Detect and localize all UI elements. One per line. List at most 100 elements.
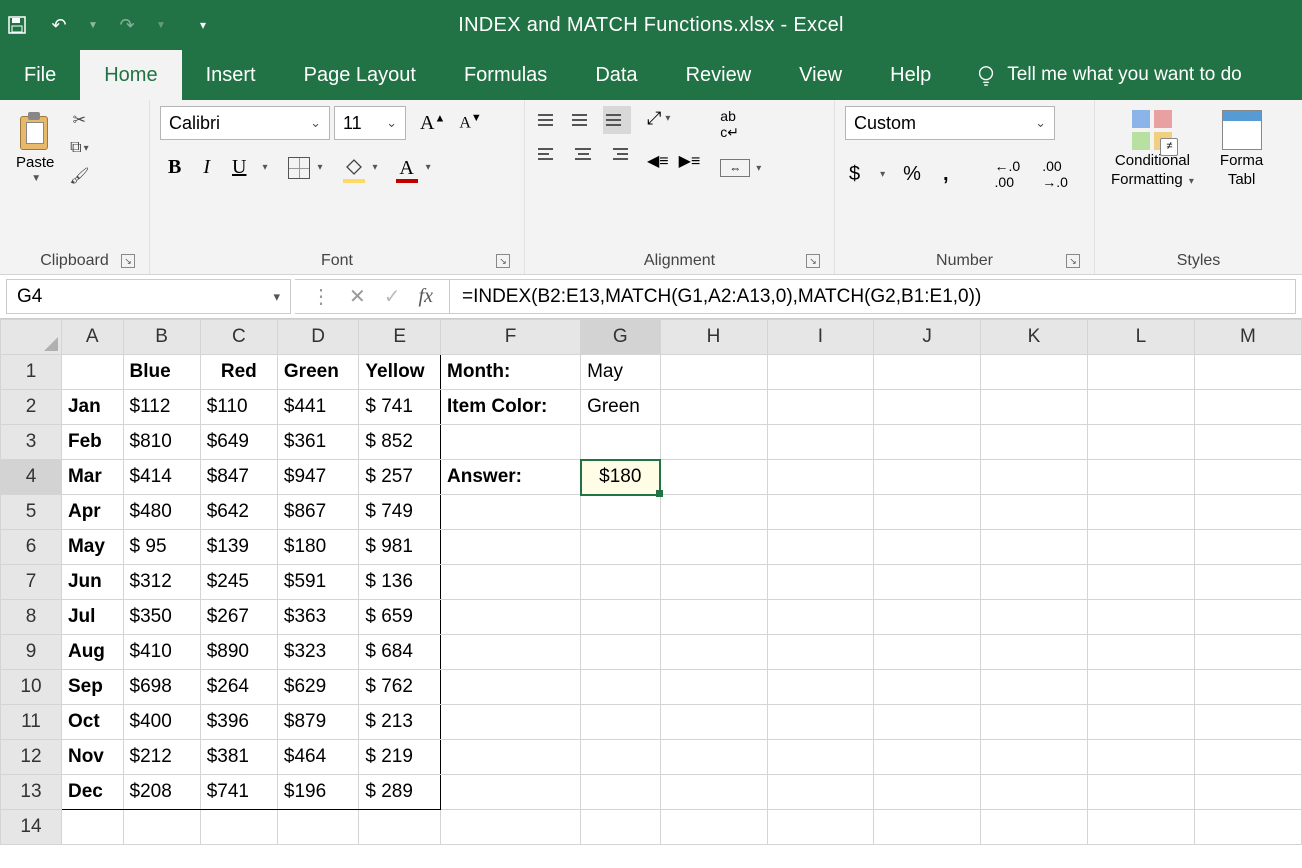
align-bottom-icon[interactable] (603, 106, 631, 134)
cell[interactable] (874, 670, 981, 705)
increase-decimal-icon[interactable]: ←.0.00 (991, 156, 1025, 192)
cell[interactable] (581, 775, 660, 810)
cell[interactable]: $112 (123, 390, 200, 425)
cell[interactable] (441, 810, 581, 845)
cell[interactable]: Dec (61, 775, 123, 810)
row-header[interactable]: 14 (1, 810, 62, 845)
cell[interactable]: Red (200, 355, 277, 390)
cell[interactable]: May (581, 355, 660, 390)
cell[interactable]: $350 (123, 600, 200, 635)
cell[interactable] (660, 740, 767, 775)
cell[interactable] (660, 705, 767, 740)
cell[interactable] (981, 740, 1088, 775)
cell[interactable] (981, 355, 1088, 390)
enter-icon[interactable]: ✓ (384, 284, 401, 309)
cell[interactable] (581, 600, 660, 635)
redo-dropdown-icon[interactable]: ▼ (144, 5, 178, 45)
cell[interactable] (767, 355, 874, 390)
cell[interactable] (660, 355, 767, 390)
align-top-icon[interactable] (535, 106, 563, 134)
cell[interactable] (660, 635, 767, 670)
cell[interactable]: $212 (123, 740, 200, 775)
tab-file[interactable]: File (0, 50, 80, 100)
decrease-indent-icon[interactable]: ◀≡ (647, 151, 669, 171)
wrap-text-icon[interactable]: abc↵ (720, 108, 761, 141)
cell[interactable]: $698 (123, 670, 200, 705)
cell[interactable]: $264 (200, 670, 277, 705)
col-header[interactable]: D (277, 320, 358, 355)
row-header[interactable]: 2 (1, 390, 62, 425)
cell[interactable]: Item Color: (441, 390, 581, 425)
chevron-down-icon[interactable]: ▾ (880, 169, 885, 180)
undo-icon[interactable]: ↶ (42, 5, 76, 45)
cell[interactable] (1087, 670, 1194, 705)
cell[interactable] (767, 670, 874, 705)
underline-button[interactable]: U (224, 154, 254, 181)
cell[interactable] (1087, 810, 1194, 845)
cell[interactable] (767, 565, 874, 600)
format-painter-icon[interactable]: 🖌 (68, 166, 90, 186)
cell[interactable]: Jan (61, 390, 123, 425)
cell[interactable] (1194, 600, 1301, 635)
row-header[interactable]: 5 (1, 495, 62, 530)
cell[interactable]: $441 (277, 390, 358, 425)
row-header[interactable]: 10 (1, 670, 62, 705)
cell[interactable]: $361 (277, 425, 358, 460)
cell[interactable] (1087, 705, 1194, 740)
cell[interactable] (123, 810, 200, 845)
row-header[interactable]: 1 (1, 355, 62, 390)
tab-insert[interactable]: Insert (182, 50, 280, 100)
cell[interactable] (874, 355, 981, 390)
cell[interactable] (1087, 565, 1194, 600)
cell[interactable]: Sep (61, 670, 123, 705)
increase-font-icon[interactable]: A▲ (416, 110, 449, 137)
cell[interactable]: $ 219 (359, 740, 441, 775)
cell[interactable] (1087, 740, 1194, 775)
save-icon[interactable] (0, 5, 34, 45)
cell[interactable] (1087, 775, 1194, 810)
cell[interactable]: May (61, 530, 123, 565)
cell[interactable] (874, 565, 981, 600)
cell[interactable] (660, 425, 767, 460)
conditional-formatting-button[interactable]: Conditional Formatting ▾ (1105, 106, 1200, 192)
cell[interactable]: $629 (277, 670, 358, 705)
cell[interactable] (874, 810, 981, 845)
cell[interactable] (660, 530, 767, 565)
col-header[interactable]: I (767, 320, 874, 355)
cell[interactable] (1087, 530, 1194, 565)
cell[interactable] (441, 565, 581, 600)
cell[interactable]: $381 (200, 740, 277, 775)
cell[interactable]: $ 136 (359, 565, 441, 600)
cell[interactable] (874, 495, 981, 530)
cell[interactable] (1194, 460, 1301, 495)
cell[interactable] (981, 705, 1088, 740)
cell[interactable] (874, 635, 981, 670)
tab-view[interactable]: View (775, 50, 866, 100)
cell[interactable] (1194, 775, 1301, 810)
col-header[interactable]: G (581, 320, 660, 355)
cell[interactable] (767, 495, 874, 530)
cell[interactable]: $591 (277, 565, 358, 600)
cell[interactable]: Green (581, 390, 660, 425)
cell[interactable]: $741 (200, 775, 277, 810)
tab-help[interactable]: Help (866, 50, 955, 100)
cell[interactable] (981, 600, 1088, 635)
cell[interactable]: $ 95 (123, 530, 200, 565)
increase-indent-icon[interactable]: ▶≡ (679, 151, 701, 171)
cell[interactable] (874, 425, 981, 460)
align-right-icon[interactable] (603, 140, 631, 168)
cell[interactable] (581, 530, 660, 565)
cell[interactable] (1194, 390, 1301, 425)
cell[interactable]: Yellow (359, 355, 441, 390)
tab-review[interactable]: Review (662, 50, 776, 100)
undo-dropdown-icon[interactable]: ▼ (76, 5, 110, 45)
cell[interactable]: Feb (61, 425, 123, 460)
cell[interactable]: $410 (123, 635, 200, 670)
cell[interactable] (874, 775, 981, 810)
cell[interactable] (1087, 635, 1194, 670)
cell[interactable]: $867 (277, 495, 358, 530)
decrease-decimal-icon[interactable]: .00→.0 (1038, 156, 1072, 192)
cell[interactable] (581, 810, 660, 845)
cell[interactable] (767, 705, 874, 740)
tab-page-layout[interactable]: Page Layout (280, 50, 440, 100)
